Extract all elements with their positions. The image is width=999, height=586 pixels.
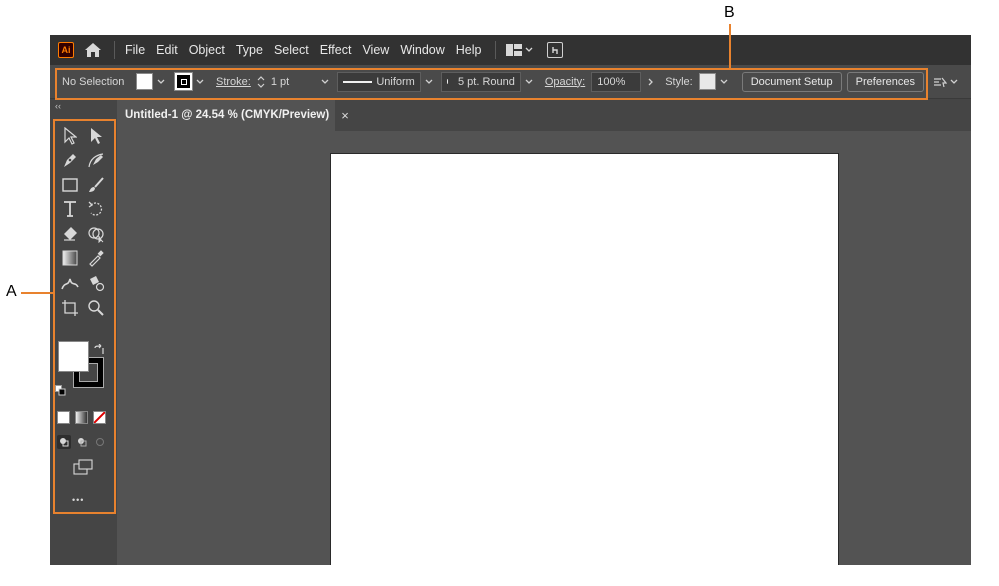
chevron-right-icon	[648, 78, 654, 85]
curvature-tool-icon[interactable]	[85, 149, 107, 171]
zoom-tool-icon[interactable]	[85, 297, 107, 319]
chevron-down-icon	[950, 79, 958, 84]
chevron-down-icon	[720, 79, 728, 84]
screen-mode-icon[interactable]	[73, 459, 93, 480]
tools-panel: •••	[55, 119, 113, 515]
shape-builder-tool-icon[interactable]	[85, 223, 107, 245]
menu-separator	[494, 41, 496, 59]
graphic-style-swatch[interactable]	[698, 73, 716, 90]
type-tool-icon[interactable]	[59, 198, 81, 220]
collapse-panel-icon[interactable]: ‹‹	[55, 101, 61, 111]
gradient-mode-button[interactable]	[75, 411, 88, 424]
tools-panel-strip: ‹‹ •••	[50, 99, 117, 565]
eyedropper-tool-icon[interactable]	[85, 247, 107, 269]
brush-definition[interactable]: 5 pt. Round	[440, 71, 521, 92]
eraser-tool-icon[interactable]	[59, 223, 81, 245]
default-fill-stroke-icon[interactable]	[55, 383, 66, 401]
menu-bar: Ai File Edit Object Type Select Effect V…	[50, 35, 971, 65]
selection-tool-icon[interactable]	[59, 125, 81, 147]
rotate-tool-icon[interactable]	[85, 198, 107, 220]
stroke-label[interactable]: Stroke:	[216, 76, 251, 88]
stepper-icon	[257, 75, 265, 88]
arrange-options-icon[interactable]	[933, 75, 958, 89]
app-logo: Ai	[58, 42, 74, 58]
gpu-performance-icon[interactable]	[546, 42, 563, 58]
workspace-icon	[505, 44, 522, 56]
variable-width-profile[interactable]: Uniform	[336, 71, 421, 92]
menu-select[interactable]: Select	[274, 43, 309, 57]
callout-a-label: A	[6, 283, 17, 300]
fill-dropdown[interactable]	[153, 72, 169, 92]
direct-selection-tool-icon[interactable]	[85, 125, 107, 147]
color-mode-button[interactable]	[57, 411, 70, 424]
rectangle-tool-icon[interactable]	[59, 174, 81, 196]
menu-object[interactable]: Object	[189, 43, 225, 57]
menu-separator	[114, 41, 115, 59]
callout-a-line	[21, 292, 54, 294]
artboard[interactable]	[330, 153, 839, 565]
document-tab[interactable]: Untitled-1 @ 24.54 % (CMYK/Preview) ×	[117, 99, 349, 131]
fill-color-box[interactable]	[58, 341, 89, 372]
paintbrush-tool-icon[interactable]	[85, 174, 107, 196]
menu-edit[interactable]: Edit	[156, 43, 178, 57]
opacity-label[interactable]: Opacity:	[545, 76, 585, 88]
canvas-area[interactable]	[117, 131, 971, 565]
menu-help[interactable]: Help	[456, 43, 482, 57]
stroke-swatch[interactable]	[174, 72, 193, 91]
brush-dropdown[interactable]	[521, 72, 537, 92]
profile-dropdown[interactable]	[421, 72, 437, 92]
live-paint-bucket-icon[interactable]	[85, 272, 107, 294]
document-tab-strip: Untitled-1 @ 24.54 % (CMYK/Preview) ×	[117, 99, 971, 131]
chevron-down-icon	[196, 79, 204, 84]
pen-tool-icon[interactable]	[59, 149, 81, 171]
profile-line-preview	[342, 80, 373, 83]
draw-inside-icon[interactable]	[93, 435, 107, 449]
workspace-switcher[interactable]	[505, 44, 533, 56]
opacity-expand[interactable]	[643, 72, 659, 92]
control-bar: No Selection Stroke: 1 pt Uniform 5 pt. …	[50, 65, 971, 99]
chevron-down-icon	[525, 47, 532, 52]
style-label: Style:	[665, 75, 693, 88]
chevron-down-icon	[525, 79, 533, 84]
opacity-value: 100%	[597, 75, 626, 88]
edit-toolbar-button[interactable]: •••	[72, 495, 84, 505]
menu-window[interactable]: Window	[400, 43, 444, 57]
callout-b-label: B	[724, 4, 735, 21]
draw-behind-icon[interactable]	[75, 435, 89, 449]
opacity-field[interactable]: 100%	[591, 71, 642, 92]
stroke-dropdown[interactable]	[192, 72, 208, 92]
brush-dot-icon	[446, 79, 448, 84]
document-setup-button[interactable]: Document Setup	[741, 71, 842, 92]
preferences-button[interactable]: Preferences	[846, 71, 924, 92]
selection-status: No Selection	[62, 75, 125, 88]
blend-tool-icon[interactable]	[59, 272, 81, 294]
artboard-tool-icon[interactable]	[59, 297, 81, 319]
illustrator-window: Ai File Edit Object Type Select Effect V…	[50, 35, 971, 565]
gradient-tool-icon[interactable]	[59, 247, 81, 269]
stroke-weight-field[interactable]: 1 pt	[257, 72, 329, 92]
chevron-down-icon	[425, 79, 433, 84]
fill-swatch[interactable]	[136, 73, 153, 90]
home-icon[interactable]	[84, 41, 102, 59]
style-dropdown[interactable]	[716, 72, 732, 92]
chevron-down-icon	[321, 79, 329, 84]
menu-file[interactable]: File	[125, 43, 145, 57]
document-tab-title: Untitled-1 @ 24.54 % (CMYK/Preview)	[125, 109, 330, 121]
menu-view[interactable]: View	[362, 43, 389, 57]
close-tab-icon[interactable]: ×	[341, 108, 349, 123]
none-mode-button[interactable]	[93, 411, 106, 424]
stroke-weight-value: 1 pt	[270, 75, 290, 88]
brush-label: 5 pt. Round	[457, 75, 515, 88]
callout-b-line	[729, 24, 731, 69]
draw-normal-icon[interactable]	[57, 435, 71, 449]
profile-label: Uniform	[376, 75, 415, 88]
menu-type[interactable]: Type	[236, 43, 263, 57]
chevron-down-icon	[157, 79, 165, 84]
menu-effect[interactable]: Effect	[320, 43, 352, 57]
